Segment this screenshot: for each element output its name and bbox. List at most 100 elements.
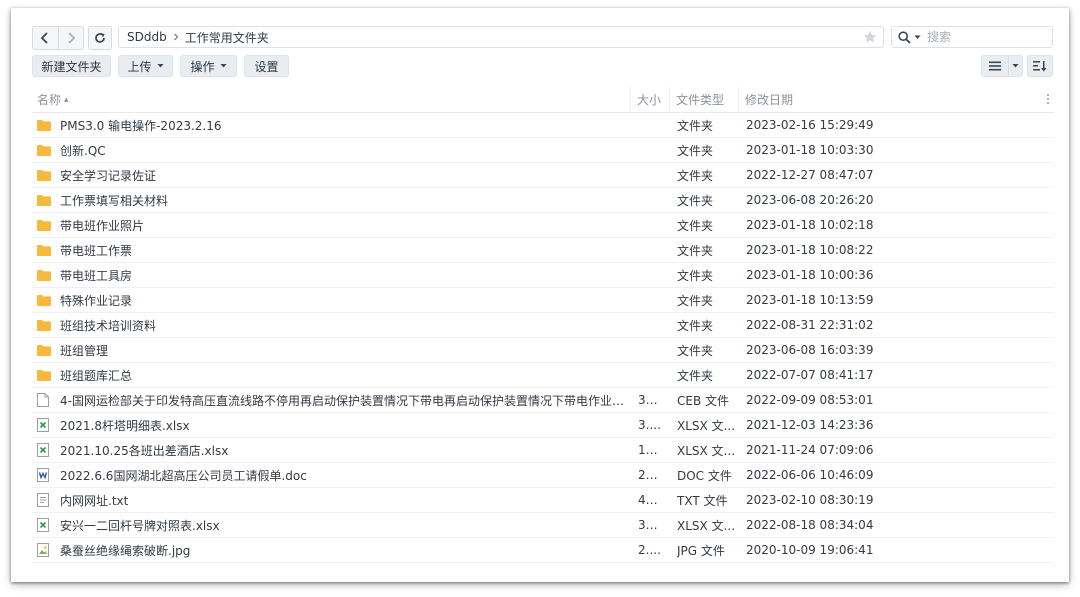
file-name: 带电班工作票 bbox=[60, 243, 133, 258]
back-button[interactable] bbox=[33, 27, 58, 49]
file-name: 2021.8杆塔明细表.xlsx bbox=[60, 418, 190, 433]
search-input[interactable] bbox=[925, 29, 1039, 45]
folder-icon bbox=[37, 138, 51, 162]
file-modified: 2020-10-09 19:06:41 bbox=[746, 543, 874, 557]
file-type: 文件夹 bbox=[677, 318, 714, 333]
table-header: 名称 ▴ 大小 文件类型 修改日期 bbox=[32, 87, 1054, 113]
file-size: 20... bbox=[638, 468, 664, 482]
file-size bbox=[638, 288, 664, 312]
file-modified: 2021-11-24 07:09:06 bbox=[746, 443, 874, 457]
table-row[interactable]: 工作票填写相关材料 文件夹 2023-06-08 20:26:20 bbox=[32, 188, 1054, 213]
column-header-type[interactable]: 文件类型 bbox=[669, 87, 736, 112]
file-type: 文件夹 bbox=[677, 118, 714, 133]
file-name: 带电班工具房 bbox=[60, 268, 133, 283]
folder-icon bbox=[37, 188, 51, 212]
excel-file-icon bbox=[37, 413, 51, 437]
folder-icon bbox=[37, 288, 51, 312]
file-size bbox=[638, 363, 664, 387]
file-modified: 2023-01-18 10:13:59 bbox=[746, 293, 874, 307]
search-box[interactable] bbox=[891, 26, 1053, 48]
column-header-name[interactable]: 名称 ▴ bbox=[37, 87, 69, 112]
file-modified: 2023-02-16 15:29:49 bbox=[746, 118, 874, 132]
table-row[interactable]: 2021.8杆塔明细表.xlsx 3.... XLSX 文... 2021-12-03… bbox=[32, 413, 1054, 438]
file-modified: 2023-01-18 10:02:18 bbox=[746, 218, 874, 232]
folder-icon bbox=[37, 163, 51, 187]
file-size bbox=[638, 263, 664, 287]
table-row[interactable]: 4-国网运检部关于印发特高压直流线路不停用再启动保护装置情况下带电再启动保护装置… bbox=[32, 388, 1054, 413]
file-type: 文件夹 bbox=[677, 143, 714, 158]
file-size: 48... bbox=[638, 493, 664, 507]
table-row[interactable]: 创新.QC 文件夹 2023-01-18 10:03:30 bbox=[32, 138, 1054, 163]
file-type: TXT 文件 bbox=[677, 493, 728, 508]
table-row[interactable]: 安兴一二回杆号牌对照表.xlsx 34... XLSX 文... 2022-08-18… bbox=[32, 513, 1054, 538]
table-row[interactable]: 带电班工作票 文件夹 2023-01-18 10:08:22 bbox=[32, 238, 1054, 263]
text-file-icon bbox=[37, 488, 51, 512]
address-bar[interactable]: SDddb 工作常用文件夹 bbox=[118, 26, 884, 48]
excel-file-icon bbox=[37, 513, 51, 537]
view-mode-control bbox=[981, 55, 1023, 77]
file-type: 文件夹 bbox=[677, 243, 714, 258]
file-modified: 2023-06-08 20:26:20 bbox=[746, 193, 874, 207]
caret-down-icon bbox=[157, 64, 164, 68]
file-type: CEB 文件 bbox=[677, 393, 730, 408]
file-modified: 2022-07-07 08:41:17 bbox=[746, 368, 874, 382]
file-modified: 2023-01-18 10:03:30 bbox=[746, 143, 874, 157]
file-modified: 2022-09-09 08:53:01 bbox=[746, 393, 874, 407]
file-name: 班组管理 bbox=[60, 343, 109, 358]
file-name: 带电班作业照片 bbox=[60, 218, 145, 233]
folder-icon bbox=[37, 238, 51, 262]
search-dropdown-icon[interactable] bbox=[914, 35, 921, 40]
settings-button[interactable]: 设置 bbox=[244, 55, 289, 77]
breadcrumb-root[interactable]: SDddb bbox=[127, 30, 167, 44]
table-row[interactable]: 2022.6.6国网湖北超高压公司员工请假单.doc 20... DOC 文件 202… bbox=[32, 463, 1054, 488]
new-folder-button[interactable]: 新建文件夹 bbox=[32, 55, 111, 77]
action-button[interactable]: 操作 bbox=[180, 55, 237, 77]
table-row[interactable]: 内网网址.txt 48... TXT 文件 2023-02-10 08:30:19 bbox=[32, 488, 1054, 513]
file-name: PMS3.0 输电操作-2023.2.16 bbox=[60, 118, 222, 133]
star-icon[interactable] bbox=[863, 30, 877, 44]
list-view-button[interactable] bbox=[982, 56, 1008, 76]
file-manager-window: SDddb 工作常用文件夹 新建文件夹 上传 操作 设置 bbox=[11, 8, 1069, 582]
search-icon[interactable] bbox=[898, 30, 911, 44]
table-row[interactable]: 班组技术培训资料 文件夹 2022-08-31 22:31:02 bbox=[32, 313, 1054, 338]
file-modified: 2023-01-18 10:08:22 bbox=[746, 243, 874, 257]
table-row[interactable]: 班组管理 文件夹 2023-06-08 16:03:39 bbox=[32, 338, 1054, 363]
table-row[interactable]: 带电班作业照片 文件夹 2023-01-18 10:02:18 bbox=[32, 213, 1054, 238]
folder-icon bbox=[37, 313, 51, 337]
column-header-size[interactable]: 大小 bbox=[630, 87, 667, 112]
column-options-icon[interactable] bbox=[1046, 93, 1050, 105]
table-row[interactable]: 特殊作业记录 文件夹 2023-01-18 10:13:59 bbox=[32, 288, 1054, 313]
upload-button[interactable]: 上传 bbox=[118, 55, 173, 77]
file-type: XLSX 文... bbox=[677, 418, 736, 433]
file-size bbox=[638, 213, 664, 237]
column-name-label: 名称 bbox=[37, 93, 62, 107]
table-row[interactable]: PMS3.0 输电操作-2023.2.16 文件夹 2023-02-16 15:29… bbox=[32, 113, 1054, 138]
file-type: 文件夹 bbox=[677, 168, 714, 183]
table-row[interactable]: 带电班工具房 文件夹 2023-01-18 10:00:36 bbox=[32, 263, 1054, 288]
sort-button[interactable] bbox=[1027, 55, 1053, 77]
table-row[interactable]: 班组题库汇总 文件夹 2022-07-07 08:41:17 bbox=[32, 363, 1054, 388]
table-row[interactable]: 2021.10.25各班出差酒店.xlsx 11... XLSX 文... 2021-… bbox=[32, 438, 1054, 463]
file-size: 11... bbox=[638, 443, 664, 457]
file-name: 安全学习记录佐证 bbox=[60, 168, 157, 183]
sort-icon bbox=[1033, 61, 1047, 72]
forward-button[interactable] bbox=[57, 27, 84, 49]
file-modified: 2022-08-31 22:31:02 bbox=[746, 318, 874, 332]
view-mode-dropdown[interactable] bbox=[1008, 56, 1022, 76]
breadcrumb-current[interactable]: 工作常用文件夹 bbox=[185, 29, 269, 46]
file-type: 文件夹 bbox=[677, 218, 714, 233]
caret-down-icon bbox=[1012, 64, 1019, 68]
file-name: 班组技术培训资料 bbox=[60, 318, 157, 333]
upload-label: 上传 bbox=[127, 59, 152, 74]
table-row[interactable]: 桑蚕丝绝缘绳索破断.jpg 2.... JPG 文件 2020-10-09 19:06… bbox=[32, 538, 1054, 563]
file-size: 2.... bbox=[638, 543, 661, 557]
sort-asc-icon: ▴ bbox=[64, 94, 69, 105]
file-type: 文件夹 bbox=[677, 268, 714, 283]
excel-file-icon bbox=[37, 438, 51, 462]
column-header-modified[interactable]: 修改日期 bbox=[738, 87, 1035, 112]
refresh-button[interactable] bbox=[88, 26, 112, 50]
file-size bbox=[638, 338, 664, 362]
file-type: JPG 文件 bbox=[677, 543, 725, 558]
folder-icon bbox=[37, 363, 51, 387]
table-row[interactable]: 安全学习记录佐证 文件夹 2022-12-27 08:47:07 bbox=[32, 163, 1054, 188]
